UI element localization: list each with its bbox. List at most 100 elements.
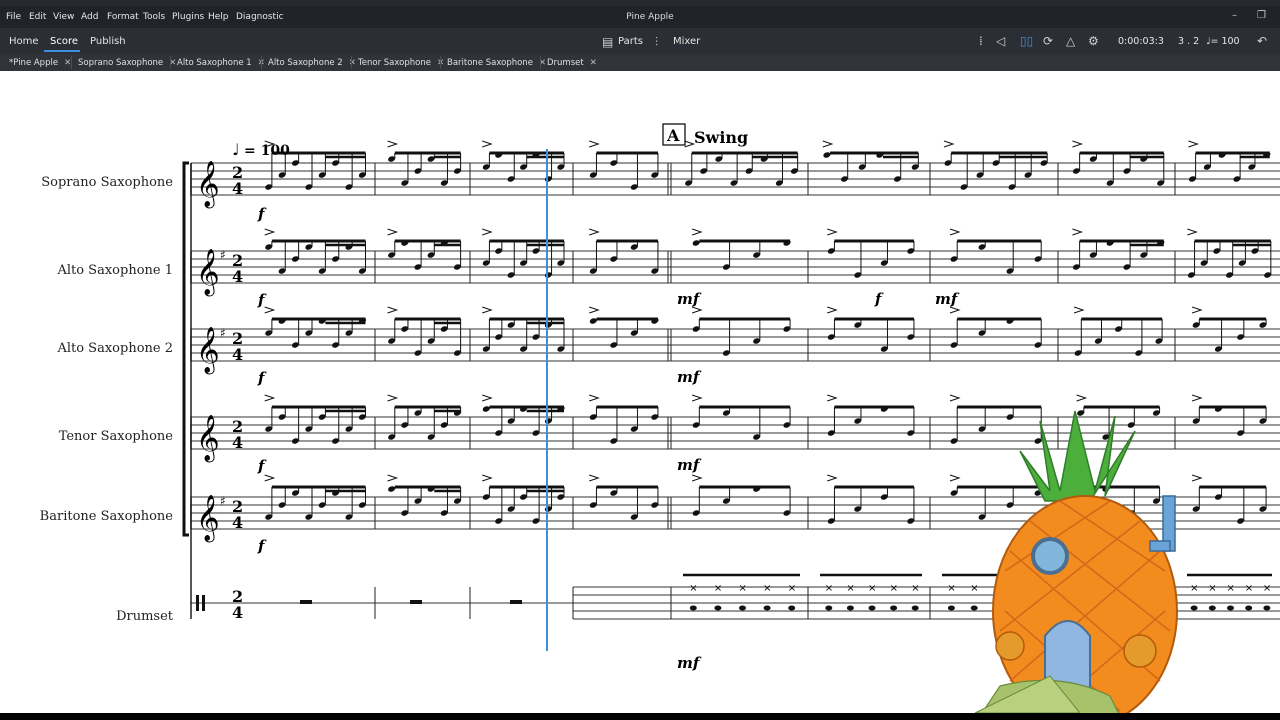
hihat-note[interactable]: × [1227,583,1235,594]
pineapple-house-image [974,410,1178,713]
score-tab-drumset[interactable]: Drumset ✕ [547,58,597,68]
tab-score[interactable]: Score [50,36,78,47]
dynamic-marking[interactable]: f [257,205,267,223]
dynamic-marking[interactable]: mf [677,368,702,386]
window-title: Pine Apple [626,12,674,22]
hihat-note[interactable]: × [689,583,697,594]
accent-mark [1073,306,1085,314]
hihat-note[interactable]: × [970,583,978,594]
drum-note[interactable] [689,605,697,611]
drum-note[interactable] [868,605,876,611]
hihat-note[interactable]: × [911,583,919,594]
position-readout: 3 . 2 [1178,36,1200,47]
key-sharp-icon: ♯ [220,494,226,508]
score-tab-tenor[interactable]: Tenor Saxophone✕ [358,58,444,68]
accent-mark [589,306,600,314]
drum-note[interactable] [947,605,955,611]
tempo-marking[interactable]: = 100 [244,143,290,159]
dynamic-marking[interactable]: mf [677,654,702,672]
drum-note[interactable] [763,605,771,611]
drum-note[interactable] [1208,605,1216,611]
accent-mark [264,306,276,314]
mixer-button[interactable]: Mixer [673,36,700,47]
menu-bar: File Edit View Add Format Tools Plugins … [0,6,1280,28]
play-icon[interactable]: ▯▯ [1020,34,1033,48]
tab-home[interactable]: Home [9,36,39,47]
hihat-note[interactable]: × [868,583,876,594]
dynamic-marking[interactable]: f [874,290,884,308]
score-tab-baritone[interactable]: Baritone Saxophone ✕ [447,58,546,68]
score-canvas[interactable]: 𝄞24𝄞24♯𝄞24♯𝄞24𝄞24♯24 ×××××××××××××××××××… [0,71,1280,713]
minimize-button[interactable]: – [1232,10,1237,21]
drum-note[interactable] [970,605,978,611]
hihat-note[interactable]: × [763,583,771,594]
loop-icon[interactable]: ⟳ [1043,34,1053,48]
drum-note[interactable] [1245,605,1253,611]
dynamic-marking[interactable]: mf [935,290,960,308]
tab-divider [540,56,541,69]
dynamic-marking[interactable]: f [257,369,267,387]
drum-note[interactable] [1227,605,1234,611]
hihat-note[interactable]: × [890,583,898,594]
drum-note[interactable] [714,605,722,611]
hihat-note[interactable]: × [1208,583,1216,594]
rewind-icon[interactable]: ◁ [996,34,1005,48]
drum-note[interactable] [825,605,833,611]
settings-icon[interactable]: ⚙ [1088,34,1099,48]
instrument-label[interactable]: Alto Saxophone 1 [56,263,173,278]
hihat-note[interactable]: × [825,583,833,594]
close-icon[interactable]: ✕ [590,58,597,68]
instrument-label[interactable]: Soprano Saxophone [41,175,173,190]
instrument-label[interactable]: Drumset [116,609,174,624]
accent-mark [589,228,600,236]
hihat-note[interactable]: × [1190,583,1198,594]
instrument-label[interactable]: Baritone Saxophone [40,509,174,524]
tab-divider [261,56,262,69]
accent-mark [482,228,493,236]
tab-divider [440,56,441,69]
hihat-note[interactable]: × [1245,583,1253,594]
close-icon[interactable]: ✕ [349,58,356,68]
accent-mark [949,474,961,482]
accent-mark [264,394,276,402]
metronome-icon[interactable]: △ [1066,34,1075,48]
undo-icon[interactable]: ↶ [1257,34,1267,48]
hihat-note[interactable]: × [714,583,722,594]
restore-button[interactable]: ❐ [1257,10,1266,21]
drum-note[interactable] [846,605,854,611]
score-tab-alto1[interactable]: Alto Saxophone 1✕ [177,58,265,68]
hihat-note[interactable]: × [1263,583,1271,594]
drum-note[interactable] [1263,605,1271,611]
instrument-label[interactable]: Alto Saxophone 2 [56,341,173,356]
instrument-labels: Soprano Saxophone Alto Saxophone 1 Alto Sa… [40,175,174,624]
drum-note[interactable] [890,605,898,611]
rehearsal-mark: A [666,126,680,145]
accent-mark [387,140,399,148]
tab-publish[interactable]: Publish [90,36,126,47]
dynamic-marking[interactable]: mf [677,456,702,474]
accent-mark [691,228,703,236]
hihat-note[interactable]: × [947,583,955,594]
bottom-edge [0,713,1280,720]
hihat-note[interactable]: × [739,583,747,594]
dynamic-marking[interactable]: f [257,457,267,475]
dynamic-marking[interactable]: mf [677,290,702,308]
instrument-label[interactable]: Tenor Saxophone [59,429,174,444]
drum-note[interactable] [788,605,796,611]
dynamic-marking[interactable]: f [257,537,267,555]
drum-note[interactable] [739,605,746,611]
parts-button[interactable]: Parts [618,36,643,47]
hihat-note[interactable]: × [788,583,796,594]
accent-mark [1187,228,1198,236]
section-text[interactable]: Swing [694,128,748,147]
score-tab-main[interactable]: *Pine Apple ✕ [9,58,71,68]
accent-mark [387,474,399,482]
grip-icon[interactable]: ⁞ [979,34,983,48]
score-tab-soprano[interactable]: Soprano Saxophone ✕ [78,58,176,68]
drum-note[interactable] [1190,605,1198,611]
score-tab-alto2[interactable]: Alto Saxophone 2 ✕ [268,58,356,68]
key-sharp-icon: ♯ [220,248,226,262]
hihat-note[interactable]: × [846,583,854,594]
dynamic-marking[interactable]: f [257,291,267,309]
drum-note[interactable] [911,605,919,611]
